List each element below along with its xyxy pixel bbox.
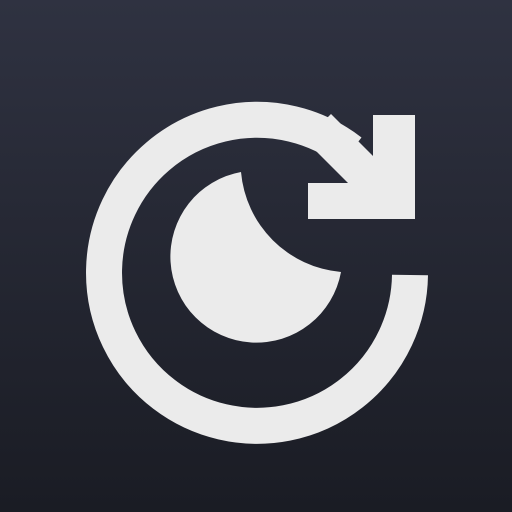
app-icon-tile — [0, 0, 512, 512]
refresh-icon — [86, 101, 428, 444]
refresh-arrowhead — [305, 114, 415, 219]
